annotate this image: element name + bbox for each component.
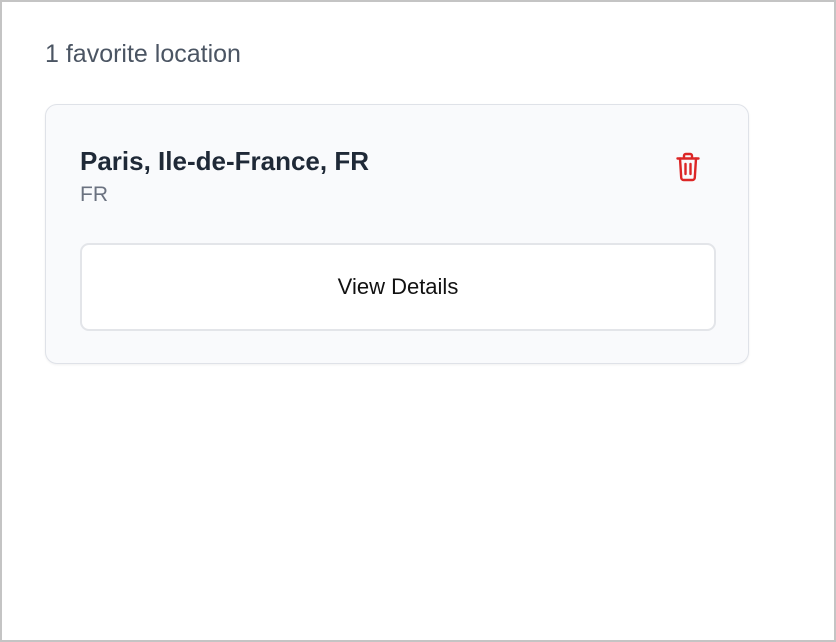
location-country: FR <box>80 183 108 206</box>
location-title: Paris, Ile-de-France, FR <box>80 146 369 176</box>
trash-icon <box>675 152 701 182</box>
view-details-button[interactable]: View Details <box>80 243 716 331</box>
favorites-count: 1 favorite location <box>45 40 241 68</box>
favorite-location-card: Paris, Ile-de-France, FR FR View Details <box>45 104 749 364</box>
favorites-panel: 1 favorite location Paris, Ile-de-France… <box>0 0 836 642</box>
delete-favorite-button[interactable] <box>668 149 708 185</box>
view-details-label: View Details <box>337 274 459 299</box>
